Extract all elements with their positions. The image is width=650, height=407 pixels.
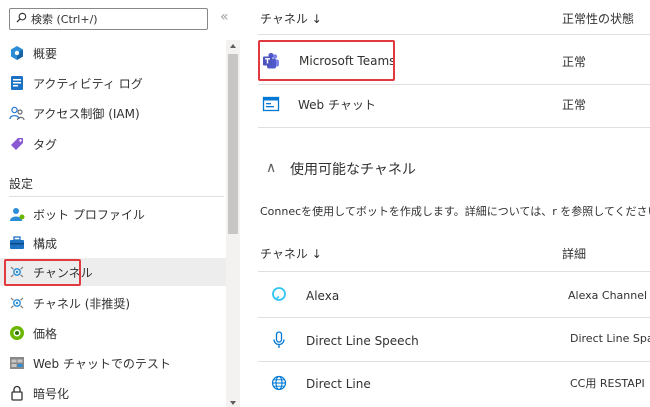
sidebar-item-label: アクセス制御 (IAM) xyxy=(33,106,140,121)
search-box[interactable] xyxy=(9,8,208,30)
column-header-channel-2[interactable]: チャネル ↓ xyxy=(260,245,322,262)
sidebar-item-label: タグ xyxy=(33,137,58,152)
channel-detail-directline: CC用 RESTAPI xyxy=(570,377,645,390)
channel-detail-alexa: Alexa Channel xyxy=(568,289,648,302)
access-control-icon xyxy=(9,105,25,121)
section-divider xyxy=(9,196,224,197)
sidebar-item-access-control[interactable]: アクセス制御 (IAM) xyxy=(0,99,226,127)
available-channels-title: 使用可能なチャネル xyxy=(290,162,416,178)
sidebar-item-test-webchat[interactable]: Web チャットでのテスト xyxy=(0,349,226,377)
sidebar-item-encryption[interactable]: 暗号化 xyxy=(0,379,226,407)
sidebar: « 概要 アクティビティ ログ アクセス制御 (IAM) タグ 設定 ボット プ… xyxy=(0,0,240,407)
tag-icon xyxy=(9,136,25,152)
webchat-icon xyxy=(262,95,280,113)
test-webchat-icon xyxy=(9,355,25,371)
globe-icon xyxy=(270,374,288,392)
channel-name-webchat[interactable]: Web チャット xyxy=(298,96,376,113)
teams-highlight xyxy=(258,40,395,81)
alexa-icon xyxy=(270,285,288,303)
scroll-down-icon[interactable] xyxy=(228,397,238,407)
sidebar-item-label: 構成 xyxy=(33,236,58,251)
available-channels-description: Connecを使用してボットを作成します。詳細については、r を参照してください… xyxy=(260,205,650,218)
header-divider xyxy=(258,34,650,35)
sidebar-item-tags[interactable]: タグ xyxy=(0,130,226,158)
collapse-sidebar-button[interactable]: « xyxy=(220,9,229,25)
channel-status-webchat: 正常 xyxy=(562,98,587,112)
section-title-settings: 設定 xyxy=(9,177,34,191)
channels-deprecated-icon xyxy=(9,295,25,311)
search-input[interactable] xyxy=(31,12,201,26)
column-header-health[interactable]: 正常性の状態 xyxy=(562,10,634,27)
configuration-icon xyxy=(9,235,25,251)
sidebar-item-activity-log[interactable]: アクティビティ ログ xyxy=(0,69,226,97)
column-header-channel[interactable]: チャネル ↓ xyxy=(260,10,322,27)
channel-status-teams: 正常 xyxy=(562,55,587,69)
sidebar-item-label: 暗号化 xyxy=(33,386,70,401)
row-divider xyxy=(258,127,650,128)
scroll-up-icon[interactable] xyxy=(228,40,238,50)
microphone-icon xyxy=(270,331,288,349)
sidebar-item-label: Web チャットでのテスト xyxy=(33,356,171,371)
available-toggle-icon[interactable]: ∧ xyxy=(266,160,276,176)
channel-name-directline-speech[interactable]: Direct Line Speech xyxy=(306,334,419,348)
scrollbar-thumb[interactable] xyxy=(228,54,238,234)
sidebar-item-label: 概要 xyxy=(33,46,58,61)
activity-log-icon xyxy=(9,75,25,91)
bot-profile-icon xyxy=(9,206,25,222)
row-divider xyxy=(258,84,650,85)
header-divider xyxy=(258,271,650,272)
row-divider xyxy=(258,361,650,362)
sidebar-item-channels-deprecated[interactable]: チャネル (非推奨) xyxy=(0,289,226,317)
sidebar-item-label: アクティビティ ログ xyxy=(33,76,143,91)
row-divider xyxy=(258,317,650,318)
pricing-icon xyxy=(9,325,25,341)
selection-highlight xyxy=(4,259,81,286)
search-icon xyxy=(16,12,27,26)
sidebar-item-label: チャネル (非推奨) xyxy=(33,296,131,311)
channel-name-alexa[interactable]: Alexa xyxy=(306,289,339,303)
channel-detail-directline-speech: Direct Line Spa xyxy=(570,332,650,345)
channel-name-directline[interactable]: Direct Line xyxy=(306,377,371,391)
sidebar-item-bot-profile[interactable]: ボット プロファイル xyxy=(0,200,226,228)
sidebar-item-pricing[interactable]: 価格 xyxy=(0,319,226,347)
sidebar-item-label: 価格 xyxy=(33,326,58,341)
overview-icon xyxy=(9,45,25,61)
sidebar-item-label: ボット プロファイル xyxy=(33,207,145,222)
column-header-detail[interactable]: 詳細 xyxy=(562,245,586,262)
sidebar-item-configuration[interactable]: 構成 xyxy=(0,229,226,257)
lock-icon xyxy=(9,385,25,401)
sidebar-item-overview[interactable]: 概要 xyxy=(0,39,226,67)
